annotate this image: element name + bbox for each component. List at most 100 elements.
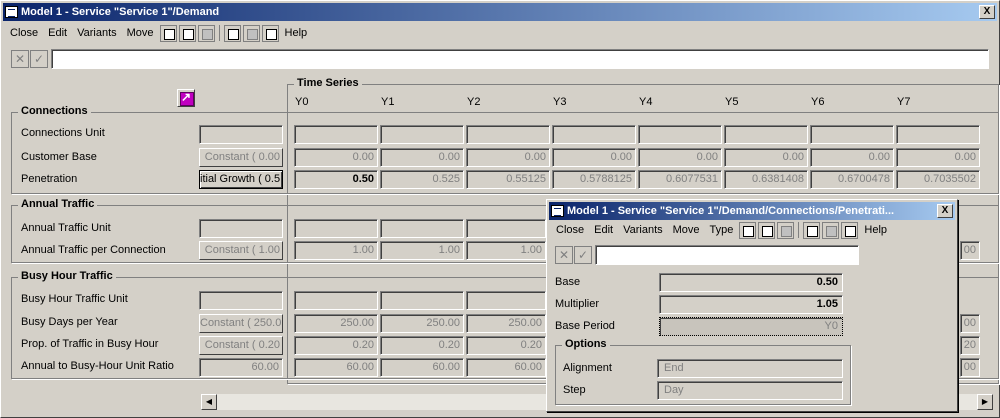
prop-traffic-y7-partial[interactable]: 20	[960, 336, 980, 355]
menu-help[interactable]: Help	[280, 24, 313, 42]
app-icon	[5, 6, 18, 18]
penetration-y3[interactable]: 0.5788125	[552, 170, 636, 189]
scroll-right-icon[interactable]: ▶	[977, 394, 993, 410]
dialog-paste-icon[interactable]	[822, 221, 840, 239]
penetration-y1[interactable]: 0.525	[380, 170, 464, 189]
copy-icon[interactable]	[223, 24, 241, 42]
prop-traffic-y1[interactable]: 0.20	[380, 336, 464, 355]
cancel-edit-icon[interactable]: ✕	[11, 50, 29, 68]
prop-traffic-y2[interactable]: 0.20	[466, 336, 546, 355]
annual-traffic-y7-partial[interactable]: 00	[960, 241, 980, 260]
customer-base-y2[interactable]: 0.00	[466, 148, 550, 167]
prop-traffic-y0[interactable]: 0.20	[294, 336, 378, 355]
dialog-menu-variants[interactable]: Variants	[618, 221, 668, 239]
busy-days-y1[interactable]: 250.00	[380, 314, 464, 333]
annual-traffic-unit-y0[interactable]	[294, 219, 378, 238]
connections-unit-y2[interactable]	[466, 125, 550, 144]
dialog-menu-edit[interactable]: Edit	[589, 221, 618, 239]
step-select[interactable]: Day	[657, 381, 843, 400]
menu-close[interactable]: Close	[5, 24, 43, 42]
dialog-confirm-icon[interactable]: ✓	[574, 246, 592, 264]
annual-traffic-formula-button[interactable]: Constant ( 1.00	[199, 241, 283, 260]
customer-base-formula-button[interactable]: Constant ( 0.00	[199, 148, 283, 167]
ratio-y7-partial[interactable]: 00	[960, 358, 980, 377]
dialog-copy-icon[interactable]	[803, 221, 821, 239]
penetration-y4[interactable]: 0.6077531	[638, 170, 722, 189]
menu-edit[interactable]: Edit	[43, 24, 72, 42]
busy-days-formula-button[interactable]: Constant ( 250.0	[199, 314, 283, 333]
paste-icon[interactable]	[242, 24, 260, 42]
dialog-edit-formula-icon[interactable]	[739, 221, 757, 239]
penetration-y0[interactable]: 0.50	[294, 170, 378, 189]
dialog-formula-input[interactable]	[595, 245, 859, 265]
penetration-y6[interactable]: 0.6700478	[810, 170, 894, 189]
dialog-close-button[interactable]: X	[937, 204, 953, 218]
customer-base-y4[interactable]: 0.00	[638, 148, 722, 167]
busy-hour-unit-field[interactable]	[199, 291, 283, 310]
annual-traffic-y1[interactable]: 1.00	[380, 241, 464, 260]
multiplier-field[interactable]: 1.05	[659, 295, 843, 314]
formula-input[interactable]	[51, 49, 989, 69]
connections-unit-field[interactable]	[199, 125, 283, 144]
annual-traffic-y0[interactable]: 1.00	[294, 241, 378, 260]
dialog-menu-close[interactable]: Close	[551, 221, 589, 239]
year-header-y7: Y7	[897, 96, 911, 108]
ratio-y0[interactable]: 60.00	[294, 358, 378, 377]
year-header-y2: Y2	[467, 96, 481, 108]
annual-traffic-unit-y1[interactable]	[380, 219, 464, 238]
ratio-y2[interactable]: 60.00	[466, 358, 546, 377]
customer-base-y7[interactable]: 0.00	[896, 148, 980, 167]
busy-days-y0[interactable]: 250.00	[294, 314, 378, 333]
ratio-y1[interactable]: 60.00	[380, 358, 464, 377]
expand-arrow-icon[interactable]	[177, 89, 195, 107]
dialog-menu-type[interactable]: Type	[705, 221, 739, 239]
connections-unit-y3[interactable]	[552, 125, 636, 144]
busy-hour-unit-y1[interactable]	[380, 291, 464, 310]
busy-hour-unit-y2[interactable]	[466, 291, 546, 310]
clipboard-icon[interactable]	[261, 24, 279, 42]
penetration-y2[interactable]: 0.55125	[466, 170, 550, 189]
alignment-select[interactable]: End	[657, 359, 843, 378]
ratio-value[interactable]: 60.00	[199, 358, 283, 377]
annual-traffic-unit-y2[interactable]	[466, 219, 546, 238]
base-field[interactable]: 0.50	[659, 273, 843, 292]
dialog-chart-icon[interactable]	[758, 221, 776, 239]
customer-base-y5[interactable]: 0.00	[724, 148, 808, 167]
table-icon[interactable]	[197, 24, 215, 42]
busy-hour-unit-y0[interactable]	[294, 291, 378, 310]
connections-unit-y4[interactable]	[638, 125, 722, 144]
connections-unit-y0[interactable]	[294, 125, 378, 144]
busy-days-y7-partial[interactable]: 00	[960, 314, 980, 333]
close-button[interactable]: X	[979, 5, 995, 19]
menu-variants[interactable]: Variants	[72, 24, 122, 42]
chart-icon[interactable]	[178, 24, 196, 42]
dialog-menu-help[interactable]: Help	[859, 221, 892, 239]
dialog-clipboard-icon[interactable]	[841, 221, 859, 239]
customer-base-y3[interactable]: 0.00	[552, 148, 636, 167]
annual-traffic-y2[interactable]: 1.00	[466, 241, 546, 260]
connections-title: Connections	[18, 105, 91, 117]
prop-traffic-formula-button[interactable]: Constant ( 0.20	[199, 336, 283, 355]
connections-unit-y1[interactable]	[380, 125, 464, 144]
dialog-title: Model 1 - Service "Service 1"/Demand/Con…	[567, 205, 895, 217]
annual-traffic-unit-field[interactable]	[199, 219, 283, 238]
connections-unit-y5[interactable]	[724, 125, 808, 144]
connections-unit-y6[interactable]	[810, 125, 894, 144]
customer-base-y6[interactable]: 0.00	[810, 148, 894, 167]
dialog-menu-move[interactable]: Move	[668, 221, 705, 239]
edit-formula-icon[interactable]	[159, 24, 177, 42]
busy-days-y2[interactable]: 250.00	[466, 314, 546, 333]
penetration-y7[interactable]: 0.7035502	[896, 170, 980, 189]
customer-base-y1[interactable]: 0.00	[380, 148, 464, 167]
dialog-title-bar: Model 1 - Service "Service 1"/Demand/Con…	[549, 202, 955, 220]
dialog-table-icon[interactable]	[777, 221, 795, 239]
scroll-left-icon[interactable]: ◀	[201, 394, 217, 410]
connections-unit-y7[interactable]	[896, 125, 980, 144]
menu-move[interactable]: Move	[122, 24, 159, 42]
customer-base-y0[interactable]: 0.00	[294, 148, 378, 167]
base-period-select[interactable]: Y0	[659, 317, 843, 336]
dialog-cancel-icon[interactable]: ✕	[555, 246, 573, 264]
confirm-edit-icon[interactable]: ✓	[30, 50, 48, 68]
penetration-y5[interactable]: 0.6381408	[724, 170, 808, 189]
penetration-formula-button[interactable]: itial Growth ( 0.5	[199, 170, 283, 189]
